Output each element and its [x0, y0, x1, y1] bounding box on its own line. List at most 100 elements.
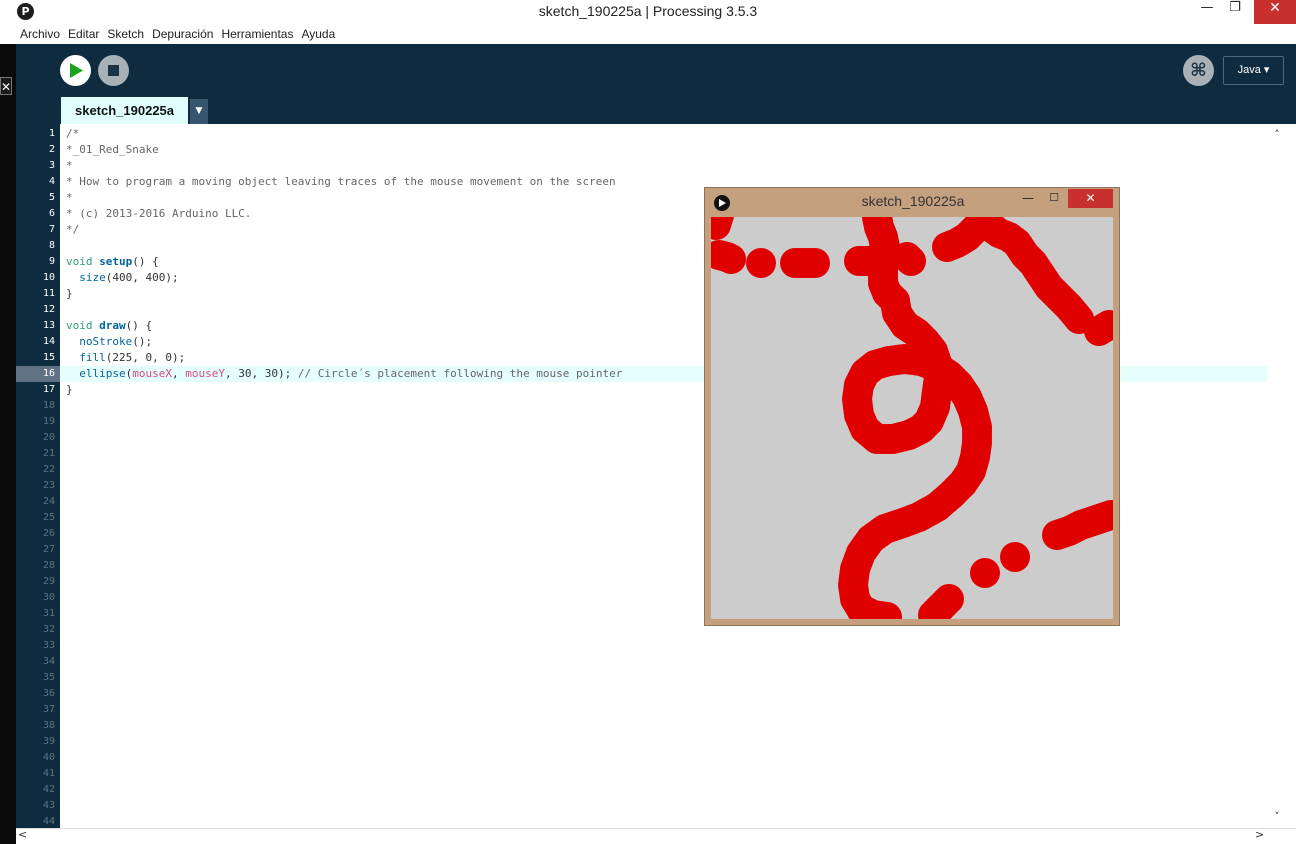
menu-depuracion[interactable]: Depuración	[152, 27, 213, 41]
line-number: 18	[42, 400, 55, 411]
close-icon[interactable]: ✕	[0, 77, 12, 95]
code-token: ellipse	[79, 367, 126, 380]
tab-sketch[interactable]: sketch_190225a	[61, 97, 188, 124]
line-number: 9	[48, 256, 55, 267]
ellipse-trace	[746, 248, 776, 278]
code-line: *	[66, 190, 73, 206]
line-number: 26	[42, 528, 55, 539]
line-number: 34	[42, 656, 55, 667]
line-number: 4	[48, 176, 55, 187]
sketch-close-button[interactable]: ✕	[1068, 189, 1113, 208]
title-bar: P sketch_190225a | Processing 3.5.3 — ❐ …	[0, 0, 1296, 24]
horizontal-scrollbar[interactable]	[16, 828, 1296, 844]
line-number: 37	[42, 704, 55, 715]
tab-menu-button[interactable]: ▼	[190, 99, 208, 124]
line-number: 29	[42, 576, 55, 587]
sketch-minimize-button[interactable]: —	[1019, 191, 1037, 209]
line-number: 24	[42, 496, 55, 507]
stop-icon	[108, 65, 119, 76]
code-line: size(400, 400);	[66, 270, 178, 286]
code-token: }	[66, 287, 73, 300]
line-number: 16	[42, 368, 55, 379]
code-token: () {	[132, 255, 159, 268]
code-token: () {	[125, 319, 153, 332]
code-line: }	[66, 286, 73, 302]
line-number: 42	[42, 784, 55, 795]
code-line: }	[66, 382, 73, 398]
line-number: 11	[42, 288, 55, 299]
code-token: draw	[99, 319, 126, 332]
line-number: 19	[42, 416, 55, 427]
scroll-right-icon[interactable]: >	[1255, 828, 1267, 842]
code-token: mouseX	[132, 367, 172, 380]
line-number: 21	[42, 448, 55, 459]
line-number: 17	[42, 384, 55, 395]
line-number: 22	[42, 464, 55, 475]
sketch-maximize-button[interactable]: ☐	[1045, 191, 1063, 209]
line-number: 30	[42, 592, 55, 603]
line-number: 6	[48, 208, 55, 219]
left-panel-strip	[0, 44, 16, 844]
line-number: 41	[42, 768, 55, 779]
code-line: */	[66, 222, 79, 238]
line-number: 5	[48, 192, 55, 203]
code-token: *_01_Red_Snake	[66, 143, 159, 156]
line-number: 14	[42, 336, 55, 347]
menu-ayuda[interactable]: Ayuda	[301, 27, 335, 41]
scroll-down-icon[interactable]: ˅	[1270, 810, 1284, 824]
code-token: * How to program a moving object leaving…	[66, 175, 616, 188]
code-line: void setup() {	[66, 254, 159, 270]
line-number: 35	[42, 672, 55, 683]
stop-button[interactable]	[98, 55, 129, 86]
line-number: 2	[48, 144, 55, 155]
line-number: 12	[42, 304, 55, 315]
code-line: * How to program a moving object leaving…	[66, 174, 616, 190]
sketch-canvas[interactable]	[711, 217, 1113, 619]
sketch-output-window[interactable]: sketch_190225a — ☐ ✕	[704, 187, 1120, 626]
code-token: /*	[66, 127, 80, 140]
code-token: *	[66, 159, 73, 172]
menu-editar[interactable]: Editar	[68, 27, 99, 41]
ellipse-trace	[934, 584, 964, 614]
close-window-button[interactable]: ✕	[1254, 0, 1296, 24]
run-button[interactable]	[60, 55, 91, 86]
menu-sketch[interactable]: Sketch	[107, 27, 144, 41]
code-token: ,	[171, 367, 186, 380]
code-token: noStroke	[79, 335, 133, 348]
code-line: void draw() {	[66, 318, 152, 334]
menu-archivo[interactable]: Archivo	[20, 27, 60, 41]
line-number-gutter: 1 2 3 4 5 6 7 8 9 10 11 12 13 14 15 16 17 18 19 20 21 22 23 24 2…	[16, 124, 60, 828]
ellipse-trace	[1000, 542, 1030, 572]
menu-herramientas[interactable]: Herramientas	[221, 27, 293, 41]
code-line: * (c) 2013-2016 Arduino LLC.	[66, 206, 251, 222]
line-number: 3	[48, 160, 55, 171]
play-icon	[70, 63, 83, 78]
code-token: ();	[132, 335, 153, 348]
mode-selector[interactable]: Java ▾	[1223, 56, 1284, 85]
scroll-left-icon[interactable]: <	[18, 828, 30, 842]
line-number: 36	[42, 688, 55, 699]
code-token: fill	[79, 351, 106, 364]
line-number: 20	[42, 432, 55, 443]
line-number: 43	[42, 800, 55, 811]
line-number: 31	[42, 608, 55, 619]
scroll-up-icon[interactable]: ˄	[1270, 128, 1284, 142]
code-token: , 30, 30);	[224, 367, 298, 380]
ellipse-trace	[716, 244, 746, 274]
code-line: fill(225, 0, 0);	[66, 350, 185, 366]
vertical-scrollbar[interactable]	[1267, 124, 1296, 828]
code-token: // Circle´s placement following the mous…	[297, 367, 623, 380]
line-number: 40	[42, 752, 55, 763]
code-token: }	[66, 383, 73, 396]
restore-button[interactable]: ❐	[1218, 0, 1252, 24]
line-number: 10	[42, 272, 55, 283]
line-number: 7	[48, 224, 55, 235]
line-number: 13	[42, 320, 55, 331]
debugger-button[interactable]: ⌘	[1183, 55, 1214, 86]
line-number: 8	[48, 240, 55, 251]
code-token: void	[66, 255, 100, 268]
